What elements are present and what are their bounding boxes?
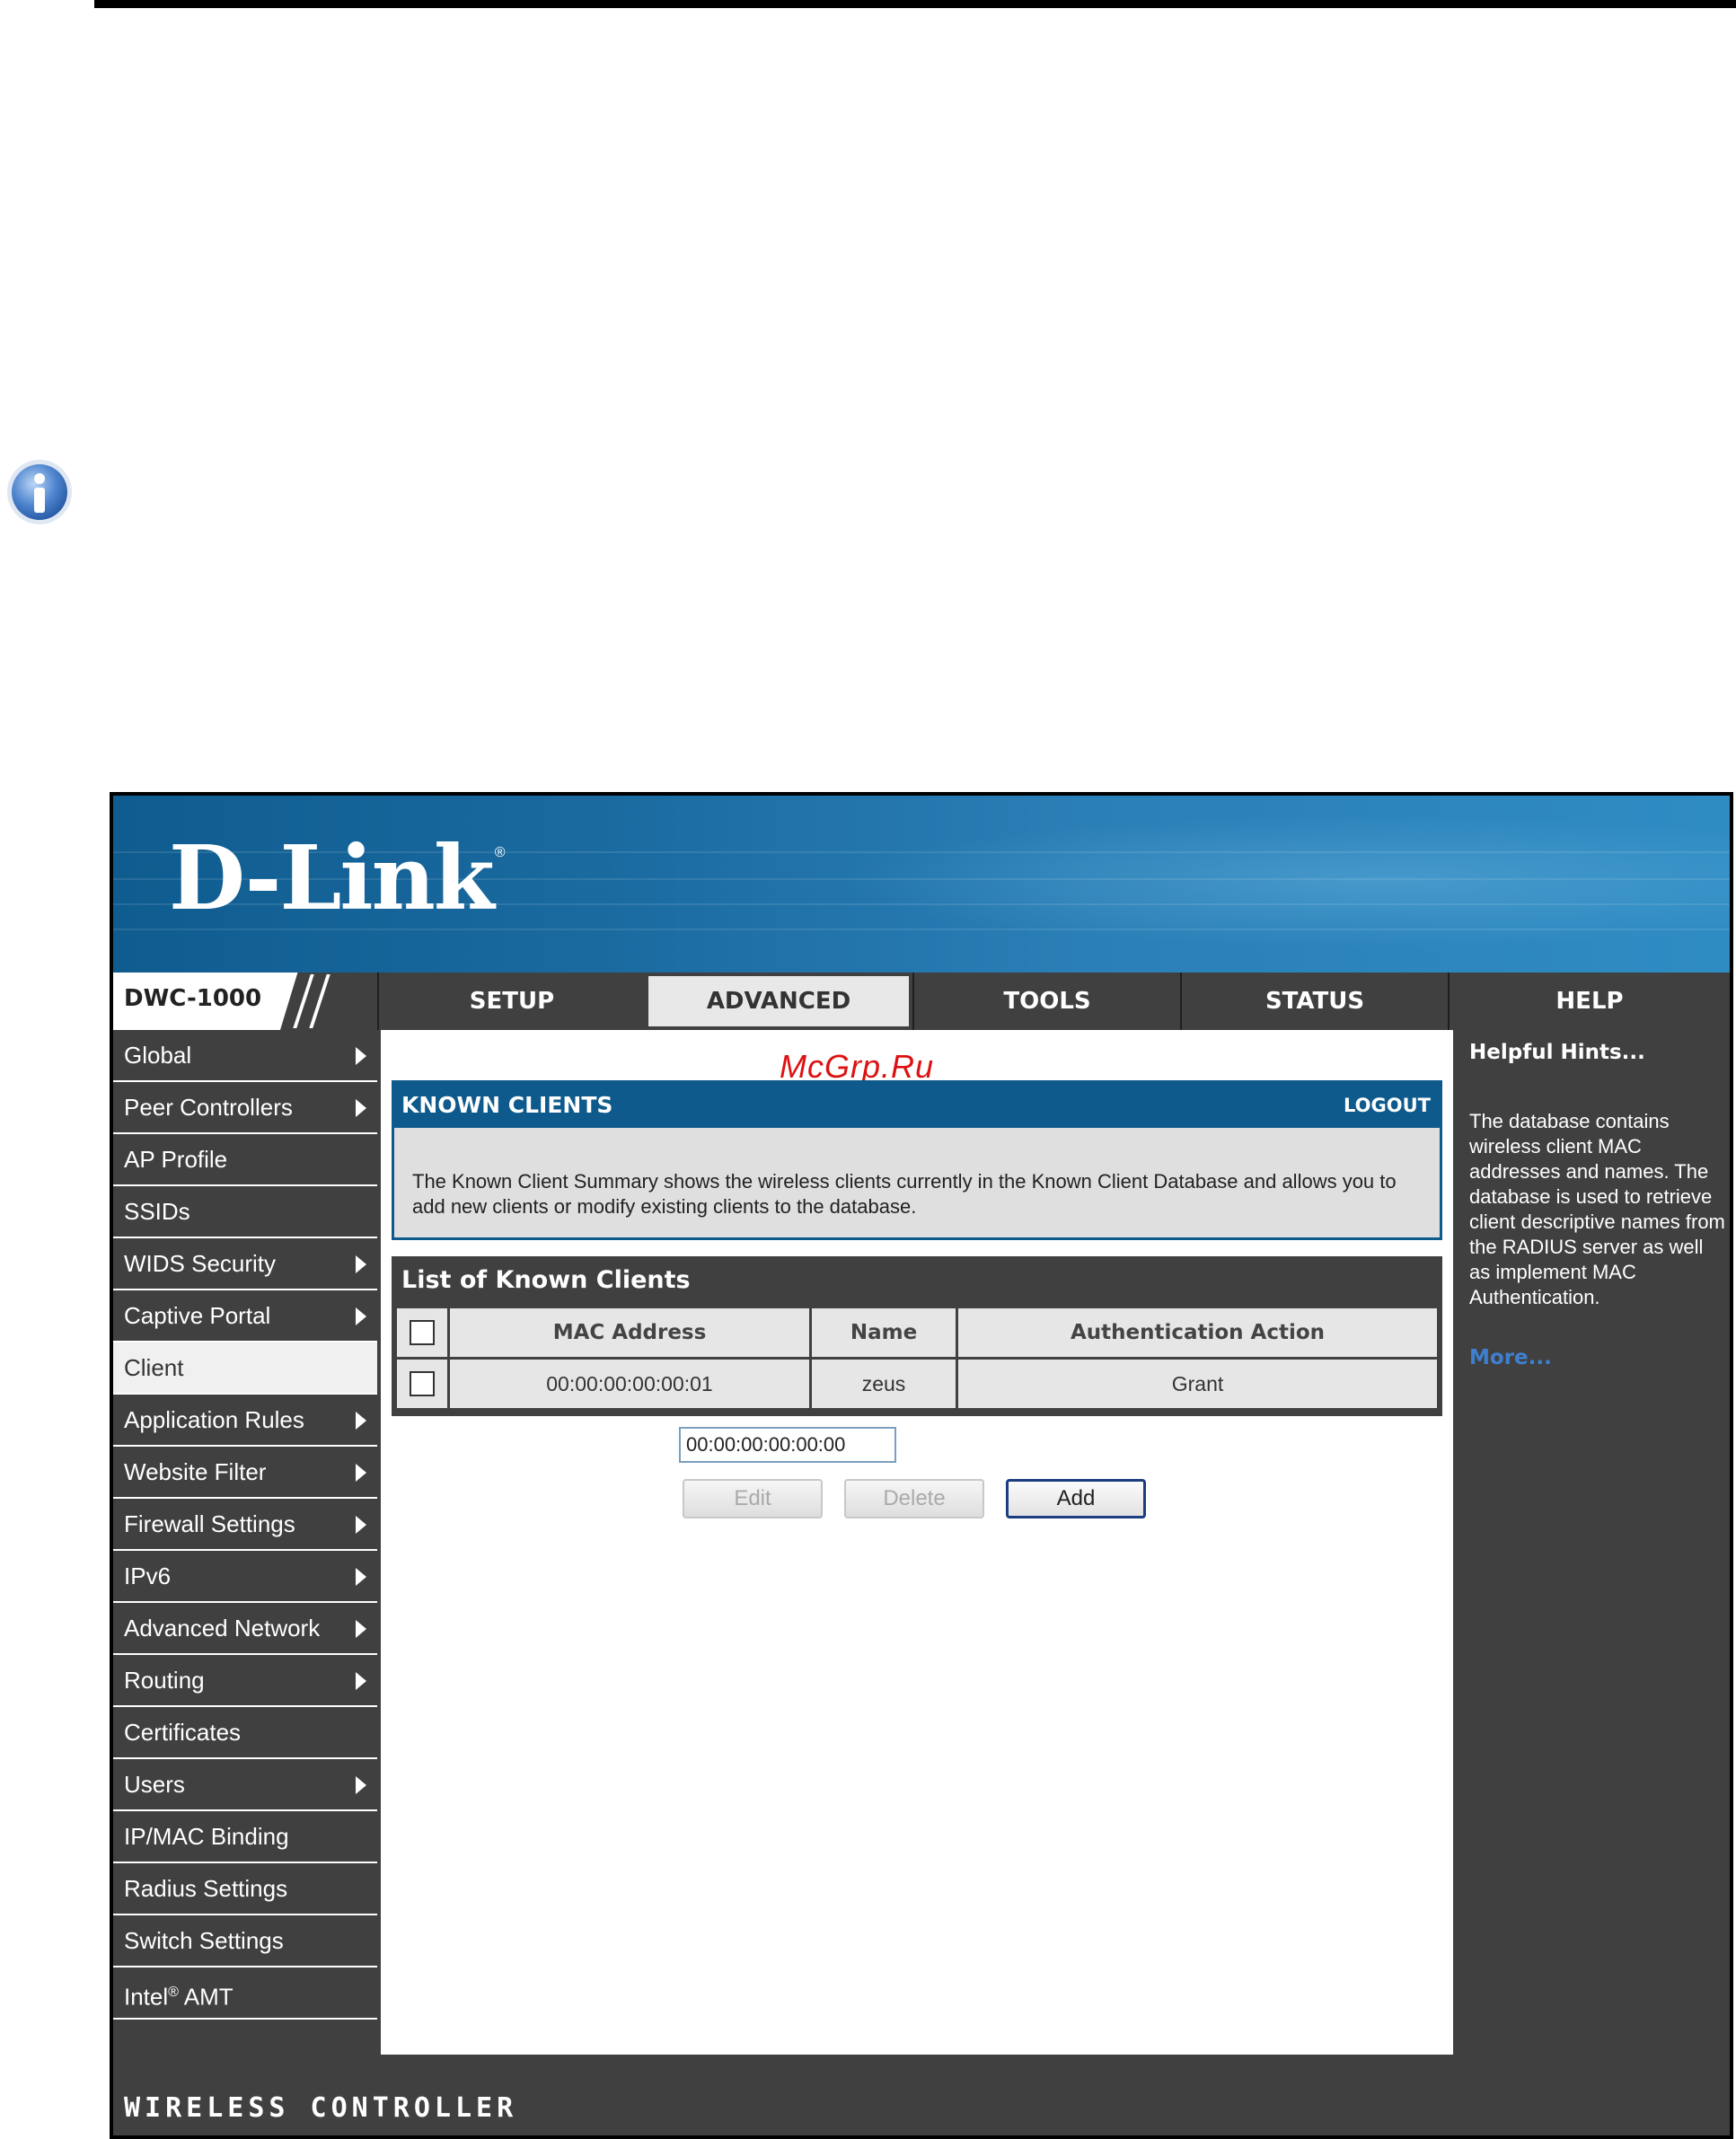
model-label: DWC-1000 <box>124 985 262 1012</box>
tab-advanced[interactable]: ADVANCED <box>645 973 912 1030</box>
sidebar-item-label: Captive Portal <box>124 1302 271 1329</box>
sidebar-item-ap-profile[interactable]: AP Profile <box>113 1134 377 1186</box>
top-rule <box>94 0 1736 8</box>
panel-description: The Known Client Summary shows the wirel… <box>412 1170 1397 1218</box>
sidebar-item-label: WIDS Security <box>124 1250 277 1277</box>
model-badge: DWC-1000 <box>113 973 377 1030</box>
clients-table: MAC Address Name Authentication Action 0… <box>394 1306 1440 1411</box>
add-button[interactable]: Add <box>1006 1479 1146 1518</box>
sidebar-item-client[interactable]: Client <box>113 1342 377 1395</box>
slash-decoration <box>280 973 377 1030</box>
cell-name: zeus <box>812 1360 956 1408</box>
help-text: The database contains wireless client MA… <box>1469 1110 1725 1308</box>
help-panel: Helpful Hints... The database contains w… <box>1460 1030 1728 2055</box>
sidebar-item-advanced-network[interactable]: Advanced Network <box>113 1603 377 1655</box>
sidebar-item-label: Routing <box>124 1667 205 1694</box>
footer: WIRELESS CONTROLLER <box>113 2069 1730 2135</box>
chevron-right-icon <box>356 1672 366 1690</box>
registered-mark: ® <box>168 1985 179 2000</box>
edit-button[interactable]: Edit <box>683 1479 823 1518</box>
sidebar-item-label: Certificates <box>124 1719 242 1746</box>
sidebar-item-application-rules[interactable]: Application Rules <box>113 1395 377 1447</box>
sidebar-item-captive-portal[interactable]: Captive Portal <box>113 1290 377 1342</box>
column-header-name[interactable]: Name <box>812 1308 956 1357</box>
tab-status[interactable]: STATUS <box>1180 973 1448 1030</box>
app-window: D-Link ® DWC-1000 SETUP ADVANCED TOOLS STATU… <box>110 792 1733 2139</box>
chevron-right-icon <box>356 1099 366 1117</box>
sidebar-item-label: Application Rules <box>124 1406 304 1433</box>
main-content: McGrp.Ru KNOWN CLIENTS LOGOUT The Known … <box>381 1030 1453 2055</box>
chevron-right-icon <box>356 1620 366 1638</box>
known-clients-panel: KNOWN CLIENTS LOGOUT The Known Client Su… <box>392 1080 1442 1240</box>
sidebar-item-ipv6[interactable]: IPv6 <box>113 1551 377 1603</box>
tab-tools[interactable]: TOOLS <box>912 973 1180 1030</box>
column-header-mac[interactable]: MAC Address <box>450 1308 809 1357</box>
chevron-right-icon <box>356 1776 366 1794</box>
sidebar-item-users[interactable]: Users <box>113 1759 377 1811</box>
chevron-right-icon <box>356 1047 366 1065</box>
sidebar-item-intel[interactable]: Intel® AMT <box>113 1967 377 2020</box>
sidebar-item-routing[interactable]: Routing <box>113 1655 377 1707</box>
sidebar-item-label: Global <box>124 1042 192 1069</box>
footer-label: WIRELESS CONTROLLER <box>124 2092 518 2124</box>
sidebar-item-suffix: AMT <box>178 1983 234 2011</box>
sidebar-item-label: Firewall Settings <box>124 1510 295 1537</box>
select-all-cell <box>397 1308 447 1357</box>
tab-help[interactable]: HELP <box>1448 973 1730 1030</box>
logout-link[interactable]: LOGOUT <box>1344 1095 1431 1116</box>
cell-mac: 00:00:00:00:00:01 <box>450 1360 809 1408</box>
sidebar-item-label: Website Filter <box>124 1458 267 1485</box>
info-icon <box>7 460 72 524</box>
row-checkbox[interactable] <box>410 1371 435 1397</box>
mac-address-input[interactable] <box>679 1427 896 1463</box>
select-all-checkbox[interactable] <box>410 1320 435 1345</box>
chevron-right-icon <box>356 1464 366 1482</box>
sidebar-item-label: Switch Settings <box>124 1927 284 1954</box>
sidebar-item-label: AP Profile <box>124 1146 228 1173</box>
help-more-link[interactable]: More... <box>1469 1346 1552 1369</box>
tab-setup[interactable]: SETUP <box>377 973 645 1030</box>
header-banner: D-Link ® <box>113 796 1730 973</box>
sidebar: Global Peer Controllers AP Profile SSIDs WID… <box>113 1030 377 2020</box>
chevron-right-icon <box>356 1255 366 1273</box>
sidebar-item-ssids[interactable]: SSIDs <box>113 1186 377 1238</box>
chevron-right-icon <box>356 1568 366 1586</box>
table-row[interactable]: 00:00:00:00:00:01 zeus Grant <box>397 1360 1437 1408</box>
sidebar-item-label: Radius Settings <box>124 1875 288 1902</box>
sidebar-item-website-filter[interactable]: Website Filter <box>113 1447 377 1499</box>
top-nav: DWC-1000 SETUP ADVANCED TOOLS STATUS HELP <box>113 973 1730 1030</box>
chevron-right-icon <box>356 1516 366 1534</box>
chevron-right-icon <box>356 1412 366 1430</box>
row-select-cell <box>397 1360 447 1408</box>
sidebar-item-wids-security[interactable]: WIDS Security <box>113 1238 377 1290</box>
table-header-row: MAC Address Name Authentication Action <box>397 1308 1437 1357</box>
sidebar-item-label: SSIDs <box>124 1198 190 1225</box>
panel-title: KNOWN CLIENTS <box>401 1092 613 1118</box>
sidebar-item-label: Advanced Network <box>124 1615 321 1642</box>
sidebar-item-radius-settings[interactable]: Radius Settings <box>113 1863 377 1915</box>
sidebar-item-label: IP/MAC Binding <box>124 1823 289 1850</box>
sidebar-item-switch-settings[interactable]: Switch Settings <box>113 1915 377 1967</box>
panel-header: KNOWN CLIENTS LOGOUT <box>394 1083 1440 1128</box>
sidebar-item-ip-mac-binding[interactable]: IP/MAC Binding <box>113 1811 377 1863</box>
sidebar-item-peer-controllers[interactable]: Peer Controllers <box>113 1082 377 1134</box>
sidebar-item-label: Users <box>124 1771 185 1798</box>
list-title: List of Known Clients <box>401 1266 691 1294</box>
column-header-action[interactable]: Authentication Action <box>958 1308 1437 1357</box>
sidebar-item-global[interactable]: Global <box>113 1030 377 1082</box>
known-clients-list: List of Known Clients MAC Address Name A… <box>392 1256 1442 1416</box>
sidebar-item-label: Intel <box>124 1983 169 2011</box>
sidebar-item-label: IPv6 <box>124 1562 172 1589</box>
sidebar-item-label: Peer Controllers <box>124 1094 293 1121</box>
chevron-right-icon <box>356 1307 366 1325</box>
dlink-logo: D-Link ® <box>169 827 506 930</box>
sidebar-item-firewall-settings[interactable]: Firewall Settings <box>113 1499 377 1551</box>
cell-action: Grant <box>958 1360 1437 1408</box>
help-title: Helpful Hints... <box>1469 1041 1645 1064</box>
sidebar-item-certificates[interactable]: Certificates <box>113 1707 377 1759</box>
sidebar-item-label: Client <box>124 1354 184 1381</box>
delete-button[interactable]: Delete <box>844 1479 984 1518</box>
